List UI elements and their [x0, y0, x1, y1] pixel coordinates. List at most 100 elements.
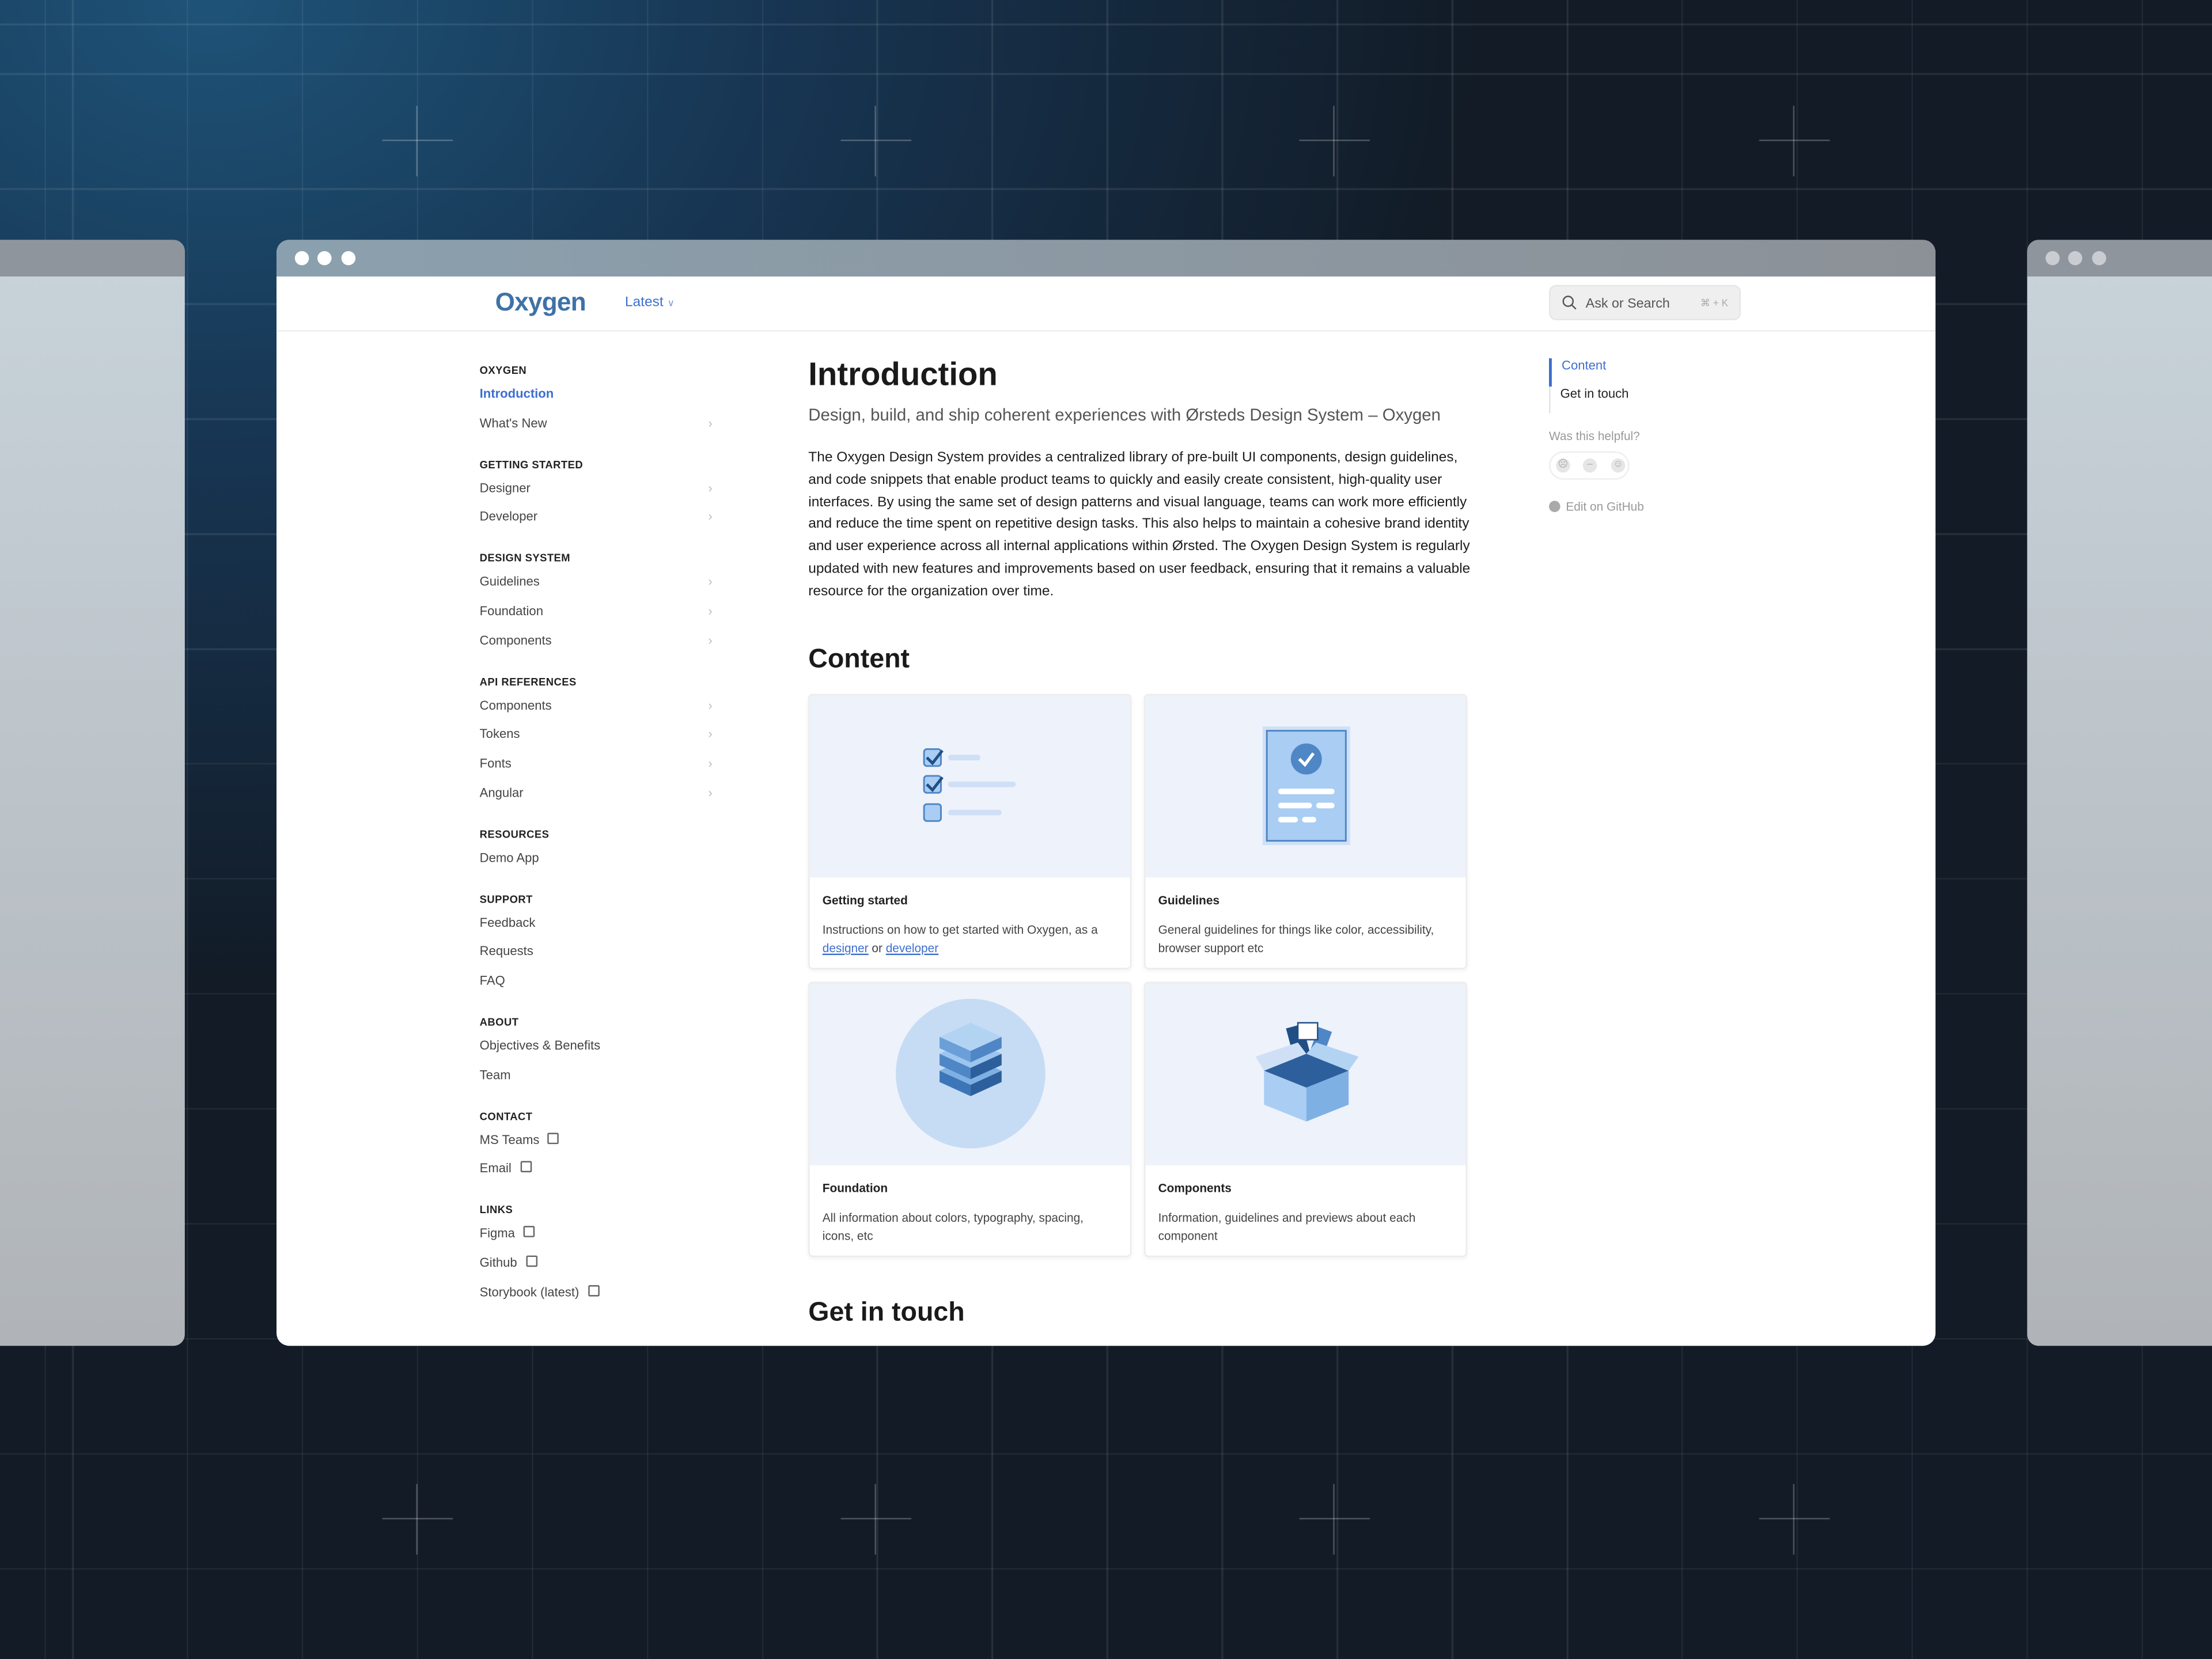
decor-cross [1299, 105, 1370, 177]
sidebar-item[interactable]: Tokens › [480, 727, 713, 741]
sidebar-item-label: Components [479, 632, 552, 647]
page-title: Introduction [808, 355, 998, 392]
chevron-right-icon: › [708, 756, 713, 770]
decor-cross [840, 1484, 912, 1555]
sidebar-section-title: API REFERENCES [479, 675, 577, 688]
sad-face-icon[interactable]: ☹ [1556, 458, 1570, 473]
sidebar-item[interactable]: Designer › [480, 480, 713, 494]
card-guidelines[interactable]: Guidelines General guidelines for things… [1144, 694, 1467, 969]
sidebar-item[interactable]: Angular › [480, 785, 713, 799]
sidebar-item[interactable]: Developer › [480, 510, 713, 524]
document-check-illustration [1145, 695, 1466, 878]
chevron-down-icon: ∨ [667, 299, 675, 309]
sidebar-item[interactable]: Introduction [480, 387, 713, 400]
version-label: Latest [624, 294, 664, 310]
close-window-button[interactable] [294, 251, 309, 266]
sidebar-item-label: Foundation [479, 604, 543, 618]
toc-item-content[interactable]: Content [1549, 358, 1628, 386]
sidebar-item-label: Fonts [479, 756, 512, 770]
sidebar-item[interactable]: Email [479, 1161, 713, 1176]
decor-cross [1299, 1484, 1370, 1555]
github-icon [1549, 501, 1560, 512]
sidebar-item[interactable]: Fonts › [480, 756, 713, 770]
sidebar-item[interactable]: Team [480, 1067, 713, 1081]
sidebar-item[interactable]: Components › [480, 698, 713, 711]
decor-cross [382, 105, 453, 177]
card-components[interactable]: Components Information, guidelines and p… [1144, 982, 1467, 1257]
sidebar-item[interactable]: Objectives & Benefits [480, 1038, 713, 1052]
sidebar-item[interactable]: MS Teams [480, 1132, 713, 1146]
happy-face-icon[interactable]: ☺ [1611, 458, 1626, 473]
version-selector[interactable]: Latest ∨ [625, 295, 675, 310]
open-box-illustration [1145, 983, 1466, 1165]
background-window-right [2027, 240, 2212, 1346]
sidebar-item-label: Feedback [479, 915, 536, 930]
card-title: Components [1158, 1180, 1232, 1195]
sidebar-item-label: Tokens [479, 726, 520, 741]
background-window-left [0, 240, 185, 1346]
developer-link[interactable]: developer [886, 941, 938, 955]
sidebar-section-title: DESIGN SYSTEM [479, 552, 571, 565]
sidebar-item-label: Figma [479, 1226, 515, 1241]
sidebar-item[interactable]: Storybook (latest) [480, 1285, 713, 1299]
external-link-icon [548, 1132, 559, 1144]
maximize-window-button[interactable] [341, 251, 356, 266]
get-in-touch-heading: Get in touch [808, 1298, 965, 1328]
card-title: Getting started [822, 893, 908, 907]
sidebar-item[interactable]: Github [480, 1255, 713, 1270]
sidebar-item[interactable]: Demo App [480, 850, 713, 864]
edit-label: Edit on GitHub [1566, 499, 1644, 514]
oxygen-logo[interactable]: Oxygen [495, 288, 586, 317]
table-of-contents: Content Get in touch [1549, 358, 1628, 414]
sidebar-item-label: Introduction [479, 387, 554, 401]
card-description: Information, guidelines and previews abo… [1158, 1210, 1416, 1243]
edit-on-github-link[interactable]: Edit on GitHub [1549, 499, 1644, 513]
sidebar-item[interactable]: Foundation › [480, 604, 713, 618]
sidebar-item-label: MS Teams [479, 1132, 540, 1147]
sidebar-item[interactable]: Figma [479, 1226, 713, 1241]
sidebar-item[interactable]: FAQ [480, 974, 713, 987]
page-subtitle: Design, build, and ship coherent experie… [808, 404, 1441, 425]
sidebar-item-label: Guidelines [479, 574, 540, 589]
sidebar-item-label: Angular [479, 785, 524, 800]
desktop-background: Oxygen Latest ∨ Ask or Search ⌘ + K OXYG… [0, 0, 2212, 1659]
content-heading: Content [808, 645, 910, 675]
sidebar-section-title: CONTACT [479, 1109, 533, 1123]
sidebar-item[interactable]: Requests [480, 944, 713, 958]
sidebar-section-title: GETTING STARTED [479, 458, 584, 471]
external-link-icon [525, 1255, 537, 1267]
minimize-window-button[interactable] [317, 251, 332, 266]
sidebar-item-label: Email [479, 1161, 512, 1176]
intro-paragraph: The Oxygen Design System provides a cent… [808, 450, 1471, 600]
designer-link[interactable]: designer [823, 941, 869, 955]
chevron-right-icon: › [708, 415, 713, 430]
sidebar-item-label: What's New [479, 415, 547, 430]
chevron-right-icon: › [708, 604, 713, 618]
card-desc-text: Instructions on how to get started with … [822, 922, 1098, 937]
checklist-illustration [809, 695, 1130, 878]
sidebar-item-label: Objectives & Benefits [479, 1038, 601, 1052]
sidebar-item[interactable]: Guidelines › [480, 575, 713, 589]
sidebar-item-label: Requests [479, 944, 533, 959]
sidebar-item-label: Designer [479, 480, 531, 495]
sidebar-item-label: Team [479, 1067, 511, 1082]
decor-cross [1759, 1484, 1830, 1555]
sidebar-section-title: OXYGEN [479, 363, 527, 377]
decor-cross [382, 1484, 453, 1555]
card-foundation[interactable]: Foundation All information about colors,… [808, 982, 1132, 1257]
cube-stack-illustration [809, 983, 1130, 1165]
sidebar-item[interactable]: What's New › [480, 415, 713, 429]
decor-cross [840, 105, 912, 177]
toc-item-get-in-touch[interactable]: Get in touch [1560, 386, 1629, 414]
sidebar-section-title: ABOUT [479, 1016, 519, 1029]
search-placeholder: Ask or Search [1585, 296, 1670, 312]
search-input[interactable]: Ask or Search ⌘ + K [1549, 285, 1741, 320]
sidebar-section-title: SUPPORT [479, 892, 533, 906]
card-getting-started[interactable]: Getting started Instructions on how to g… [808, 694, 1132, 969]
search-shortcut: ⌘ + K [1700, 299, 1729, 309]
sidebar-item[interactable]: Feedback [480, 915, 713, 929]
sidebar-item[interactable]: Components › [480, 633, 713, 647]
card-description: Instructions on how to get started with … [823, 921, 1118, 958]
neutral-face-icon[interactable]: – [1582, 458, 1597, 473]
card-desc-text: or [868, 941, 886, 955]
